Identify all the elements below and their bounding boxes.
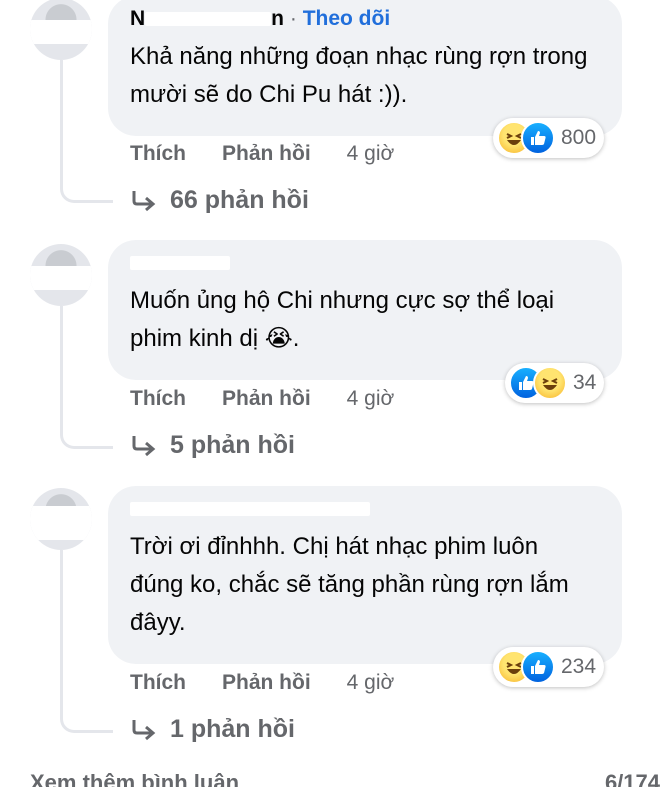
thread-line [60, 60, 113, 203]
reaction-count: 800 [561, 126, 597, 149]
avatar[interactable] [30, 244, 92, 306]
comment-text: Muốn ủng hộ Chi nhưng cực sợ thể loại ph… [130, 287, 555, 352]
separator-dot: · [289, 7, 297, 30]
reply-arrow-icon [132, 190, 156, 211]
comment-actions: Thích Phản hồi 4 giờ [130, 671, 394, 695]
view-replies-button[interactable]: 5 phản hồi [130, 431, 295, 460]
author-name[interactable]: N [130, 7, 145, 30]
like-button[interactable]: Thích [130, 671, 186, 695]
reply-arrow-icon [132, 719, 156, 740]
comment-text: Khả năng những đoạn nhạc rùng rợn trong … [130, 43, 588, 108]
like-icon [521, 650, 555, 684]
comments-pagination: 6/174 [604, 770, 660, 787]
author-row: Nn · Theo dõi [130, 7, 391, 30]
follow-button[interactable]: Theo dõi [303, 7, 391, 30]
like-button[interactable]: Thích [130, 142, 186, 166]
haha-icon [533, 366, 567, 400]
reply-button[interactable]: Phản hồi [222, 142, 311, 166]
timestamp[interactable]: 4 giờ [347, 671, 395, 695]
avatar[interactable] [30, 0, 92, 60]
reaction-count: 234 [561, 655, 597, 678]
like-button[interactable]: Thích [130, 387, 186, 411]
reaction-summary[interactable]: 800 [493, 118, 605, 158]
comment-actions: Thích Phản hồi 4 giờ [130, 387, 394, 411]
reply-button[interactable]: Phản hồi [222, 387, 311, 411]
comment-actions: Thích Phản hồi 4 giờ [130, 142, 394, 166]
redacted-name [130, 502, 370, 517]
reaction-count: 34 [573, 371, 597, 394]
reaction-summary[interactable]: 34 [505, 363, 605, 403]
replies-count-label: 5 phản hồi [170, 431, 295, 459]
comments-footer: Xem thêm bình luận 6/174 [30, 770, 660, 787]
redacted-name [145, 12, 272, 27]
view-replies-button[interactable]: 66 phản hồi [130, 186, 309, 215]
comment-bubble: Muốn ủng hộ Chi nhưng cực sợ thể loại ph… [108, 240, 622, 380]
crying-emoji: 😭 [264, 325, 293, 352]
like-icon [521, 121, 555, 155]
thread-line [60, 306, 113, 449]
avatar[interactable] [30, 488, 92, 550]
comment-bubble: Trời ơi đỉnhhh. Chị hát nhạc phim luôn đ… [108, 486, 622, 664]
reply-button[interactable]: Phản hồi [222, 671, 311, 695]
author-row [130, 250, 600, 276]
thread-line [60, 550, 113, 733]
comment-bubble: Nn · Theo dõi Khả năng những đoạn nhạc r… [108, 0, 622, 136]
reaction-summary[interactable]: 234 [493, 647, 605, 687]
reply-arrow-icon [132, 435, 156, 456]
redacted-name [130, 256, 230, 271]
comment-text: Trời ơi đỉnhhh. Chị hát nhạc phim luôn đ… [130, 533, 569, 636]
author-row [130, 496, 600, 522]
replies-count-label: 1 phản hồi [170, 715, 295, 743]
timestamp[interactable]: 4 giờ [347, 142, 395, 166]
timestamp[interactable]: 4 giờ [347, 387, 395, 411]
view-replies-button[interactable]: 1 phản hồi [130, 715, 295, 744]
view-more-comments-button[interactable]: Xem thêm bình luận [30, 770, 239, 787]
replies-count-label: 66 phản hồi [170, 186, 309, 214]
